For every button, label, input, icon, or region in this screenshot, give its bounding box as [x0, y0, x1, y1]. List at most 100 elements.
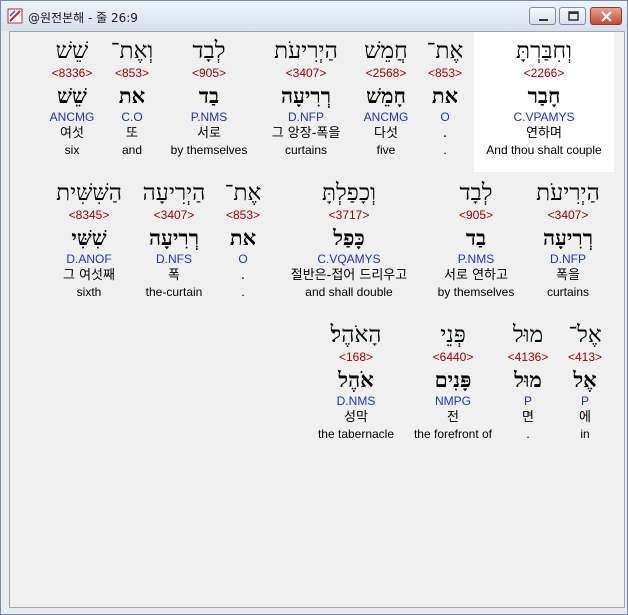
- english-gloss: the tabernacle: [317, 427, 395, 441]
- english-gloss: the forefront of: [413, 427, 493, 441]
- lemma-text: את: [431, 83, 459, 108]
- lemma-text: אֶל: [573, 367, 597, 392]
- hebrew-text: הַשִּׁשִּׁית: [56, 180, 122, 206]
- interlinear-view[interactable]: וְחִבַּרְתָּ <2266> חָבַר C.VPAMYS 연하며 A…: [9, 31, 625, 608]
- maximize-button[interactable]: [559, 7, 586, 25]
- strong-number: <4136>: [507, 350, 549, 364]
- word-cell[interactable]: הַשִּׁשִּׁית <8345> שִׁשִּׁי D.ANOF 그 여섯…: [48, 178, 130, 300]
- word-cell[interactable]: מוּל <4136> מוּל P 면 .: [502, 320, 554, 442]
- hebrew-text: הַיְרִיעָה: [142, 180, 206, 206]
- word-cell[interactable]: וְחִבַּרְתָּ <2266> חָבַר C.VPAMYS 연하며 A…: [474, 36, 614, 158]
- morphology-code: P.NMS: [190, 110, 228, 124]
- strong-number: <905>: [191, 66, 227, 80]
- main-window: @원전본해 - 줄 26:9 וְחִבַּרְתָּ <2266> חָבַר…: [0, 0, 628, 615]
- lemma-text: רְרִיעָה: [148, 225, 200, 250]
- hebrew-text: לְבָד: [459, 180, 493, 206]
- morphology-code: D.NMS: [336, 394, 376, 408]
- strong-number: <3717>: [328, 208, 370, 222]
- strong-number: <3407>: [285, 66, 327, 80]
- close-icon: [601, 11, 612, 22]
- word-cell[interactable]: אֶת־ <853> את O . .: [218, 178, 268, 300]
- korean-gloss: 그 여섯째: [63, 268, 115, 283]
- hebrew-text: וְכָפַלְתָּ: [322, 180, 376, 206]
- korean-gloss: 그 앙장-폭을: [271, 126, 341, 141]
- strong-number: <8336>: [51, 66, 93, 80]
- korean-gloss: 또: [126, 126, 138, 141]
- word-cell[interactable]: הַיְרִיעֹת <3407> רְרִיעָה D.NFP 그 앙장-폭을…: [260, 36, 352, 158]
- morphology-code: C.VPAMYS: [513, 110, 575, 124]
- english-gloss: curtains: [546, 285, 590, 299]
- morphology-code: O: [238, 252, 248, 266]
- hebrew-text: אֶת־: [224, 180, 262, 206]
- lemma-text: רְרִיעָה: [280, 83, 332, 108]
- korean-gloss: 면: [522, 410, 534, 425]
- word-cell[interactable]: אֶל־ <413> אֶל P 에 in: [560, 320, 610, 442]
- lemma-text: כָּפַל: [333, 225, 365, 250]
- word-cell[interactable]: וְאֶת־ <853> את C.O 또 and: [106, 36, 158, 158]
- app-icon[interactable]: [7, 8, 23, 24]
- korean-gloss: 서로: [197, 126, 221, 141]
- close-button[interactable]: [590, 7, 622, 25]
- strong-number: <6440>: [432, 350, 474, 364]
- hebrew-text: לְבָד: [192, 38, 226, 64]
- english-gloss: .: [241, 285, 245, 299]
- strong-number: <168>: [338, 350, 374, 364]
- lemma-text: את: [118, 83, 146, 108]
- word-cell[interactable]: אֶת־ <853> את O . .: [420, 36, 470, 158]
- lemma-text: שֵׁשׁ: [57, 83, 87, 108]
- english-gloss: by themselves: [437, 285, 515, 299]
- hebrew-text: אֶל־: [568, 322, 602, 348]
- morphology-code: C.VQAMYS: [317, 252, 381, 266]
- english-gloss: .: [526, 427, 530, 441]
- maximize-icon: [568, 11, 579, 21]
- english-gloss: and: [121, 143, 143, 157]
- title-bar[interactable]: @원전본해 - 줄 26:9: [1, 1, 627, 31]
- morphology-code: C.O: [121, 110, 143, 124]
- strong-number: <3407>: [547, 208, 589, 222]
- strong-number: <853>: [114, 66, 150, 80]
- minimize-button[interactable]: [529, 7, 556, 25]
- word-cell[interactable]: הַיְרִיעֹת <3407> רְרִיעָה D.NFP 폭을 curt…: [526, 178, 610, 300]
- strong-number: <853>: [427, 66, 463, 80]
- morphology-code: D.NFP: [550, 252, 586, 266]
- lemma-text: שִׁשִּׁי: [71, 225, 107, 250]
- lemma-text: אֹהֶל: [338, 367, 374, 392]
- english-gloss: curtains: [284, 143, 328, 157]
- window-title: @원전본해 - 줄 26:9: [28, 11, 138, 25]
- english-gloss: And thou shalt couple: [486, 143, 602, 157]
- morphology-code: D.ANOF: [66, 252, 112, 266]
- morphology-code: D.NFP: [288, 110, 324, 124]
- lemma-text: פָּנִים: [434, 367, 472, 392]
- english-gloss: the-curtain: [145, 285, 203, 299]
- hebrew-text: הַיְרִיעֹת: [536, 180, 600, 206]
- word-cell[interactable]: חֲמֵשׁ <2568> חָמֵשׁ ANCMG 다섯 five: [354, 36, 418, 158]
- english-gloss: by themselves: [170, 143, 248, 157]
- word-cell[interactable]: לְבָד <905> בַד P.NMS 서로 연하고 by themselv…: [428, 178, 524, 300]
- word-cell[interactable]: הָאֹהֶל׃ <168> אֹהֶל D.NMS 성막 the tabern…: [310, 320, 402, 442]
- korean-gloss: 전: [447, 410, 459, 425]
- lemma-text: רְרִיעָה: [542, 225, 594, 250]
- word-cell[interactable]: פְּנֵי <6440> פָּנִים NMPG 전 the forefro…: [406, 320, 500, 442]
- word-cell[interactable]: שֵׁשׁ <8336> שֵׁשׁ ANCMG 여섯 six: [40, 36, 104, 158]
- morphology-code: NMPG: [435, 394, 471, 408]
- korean-gloss: 성막: [344, 410, 368, 425]
- korean-gloss: 폭: [168, 268, 180, 283]
- strong-number: <853>: [225, 208, 261, 222]
- lemma-text: את: [229, 225, 257, 250]
- korean-gloss: 절반은-접어 드리우고: [290, 268, 408, 283]
- hebrew-text: הַיְרִיעֹת: [274, 38, 338, 64]
- hebrew-text: אֶת־: [426, 38, 464, 64]
- morphology-code: P: [580, 394, 589, 408]
- word-cell[interactable]: וְכָפַלְתָּ <3717> כָּפַל C.VQAMYS 절반은-접…: [272, 178, 426, 300]
- minimize-icon: [539, 19, 548, 21]
- korean-gloss: 서로 연하고: [444, 268, 508, 283]
- english-gloss: and shall double: [305, 285, 393, 299]
- hebrew-text: פְּנֵי: [440, 322, 466, 348]
- word-cell[interactable]: הַיְרִיעָה <3407> רְרִיעָה D.NFS 폭 the-c…: [134, 178, 214, 300]
- morphology-code: P.NMS: [457, 252, 495, 266]
- strong-number: <905>: [458, 208, 494, 222]
- hebrew-text: שֵׁשׁ: [55, 38, 89, 64]
- lemma-text: חָבַר: [527, 83, 561, 108]
- word-cell[interactable]: לְבָד <905> בַד P.NMS 서로 by themselves: [160, 36, 258, 158]
- korean-gloss: 다섯: [374, 126, 398, 141]
